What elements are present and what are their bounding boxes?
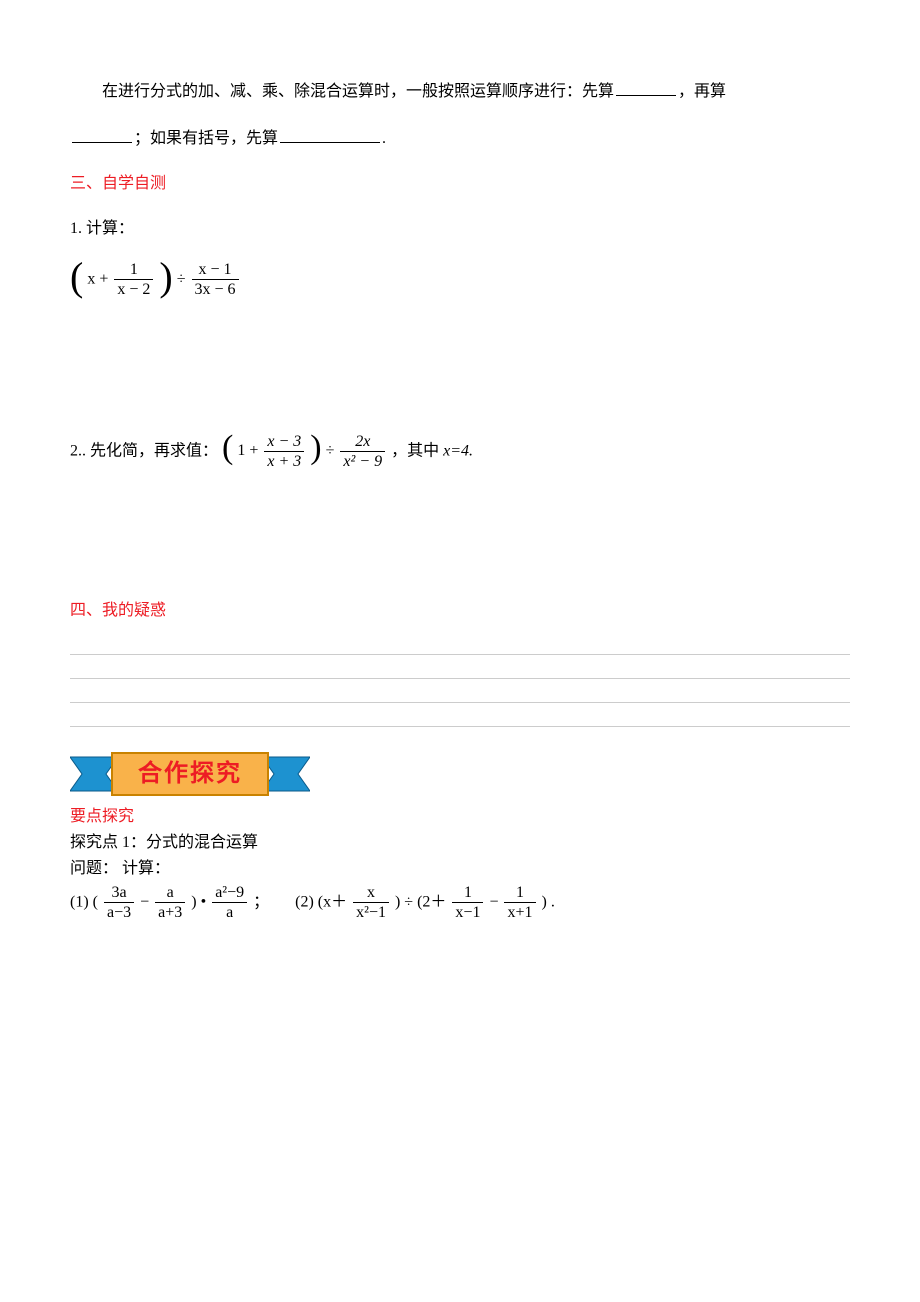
p2-mid: ) ÷ (2＋ — [395, 893, 446, 910]
q2-label-a: 2.. 先化简，再求值： — [70, 442, 218, 459]
p2-frac1-den: x²−1 — [353, 903, 389, 922]
q2-frac1-num: x − 3 — [264, 432, 304, 452]
left-paren-icon: ( — [222, 431, 233, 465]
left-paren-icon: ( — [70, 257, 83, 297]
intro-text-1: 在进行分式的加、减、乘、除混合运算时，一般按照运算顺序进行：先算 — [102, 83, 614, 100]
q2-frac2: 2x x² − 9 — [340, 432, 385, 471]
q1-expression: ( x + 1 x − 2 ) ÷ x − 1 3x − 6 — [70, 260, 850, 300]
doubt-line-3[interactable] — [70, 682, 850, 703]
p2-end: ) . — [542, 893, 555, 910]
p2-label: (2) (x＋ — [295, 893, 347, 910]
work-space-1 — [70, 316, 850, 416]
q2-frac2-num: 2x — [340, 432, 385, 452]
q2-label-b: ，其中 — [391, 442, 439, 459]
key-points-title: 要点探究 — [70, 805, 850, 829]
p1-frac2: a a+3 — [155, 883, 185, 922]
q1-frac1-den: x − 2 — [114, 280, 153, 299]
doubt-line-4[interactable] — [70, 706, 850, 727]
q2-plus: + — [249, 442, 258, 459]
cooperation-banner: 合作探究 — [70, 751, 310, 797]
problem-expressions: (1) ( 3a a−3 − a a+3 ) • a²−9 a ； (2) (x… — [70, 883, 850, 922]
topic-1-title: 探究点 1：分式的混合运算 — [70, 831, 850, 855]
q1-frac2-num: x − 1 — [192, 260, 239, 280]
q2-frac2-den: x² − 9 — [340, 452, 385, 471]
p1-frac2-num: a — [155, 883, 185, 903]
p1-frac3: a²−9 a — [212, 883, 247, 922]
p1-frac2-den: a+3 — [155, 903, 185, 922]
q1-plus: + — [99, 270, 108, 287]
q1-frac2: x − 1 3x − 6 — [192, 260, 239, 299]
intro-paragraph-line2: ；如果有括号，先算. — [70, 123, 850, 154]
q2-frac1-den: x + 3 — [264, 452, 304, 471]
p1-minus: − — [140, 893, 149, 910]
q1-x: x — [87, 270, 95, 287]
p2-frac2-den: x−1 — [452, 903, 483, 922]
q1-frac1-num: 1 — [114, 260, 153, 280]
p2-frac1: x x²−1 — [353, 883, 389, 922]
p1-semi: ； — [253, 893, 269, 910]
intro-text-3: ；如果有括号，先算 — [134, 130, 278, 147]
right-paren-icon: ) — [310, 431, 321, 465]
blank-1[interactable] — [616, 76, 676, 96]
q2-div: ÷ — [326, 442, 335, 459]
p1-frac1-den: a−3 — [104, 903, 134, 922]
p2-frac1-num: x — [353, 883, 389, 903]
doubt-line-2[interactable] — [70, 658, 850, 679]
problem-label: 问题： 计算： — [70, 857, 850, 881]
right-paren-icon: ) — [159, 257, 172, 297]
q1-frac1: 1 x − 2 — [114, 260, 153, 299]
p1-frac1-num: 3a — [104, 883, 134, 903]
p1-frac3-num: a²−9 — [212, 883, 247, 903]
p1-frac3-den: a — [212, 903, 247, 922]
section-4-title: 四、我的疑惑 — [70, 597, 850, 626]
p2-frac3-den: x+1 — [504, 903, 535, 922]
q2-line: 2.. 先化简，再求值： ( 1 + x − 3 x + 3 ) ÷ 2x x²… — [70, 432, 850, 471]
p2-frac2-num: 1 — [452, 883, 483, 903]
blank-3[interactable] — [280, 123, 380, 143]
q2-one: 1 — [237, 442, 245, 459]
p2-frac2: 1 x−1 — [452, 883, 483, 922]
banner-text: 合作探究 — [70, 751, 310, 797]
q1-label: 1. 计算： — [70, 215, 850, 244]
work-space-2 — [70, 487, 850, 587]
p1-label: (1) ( — [70, 893, 98, 910]
section-3-title: 三、自学自测 — [70, 170, 850, 199]
intro-paragraph: 在进行分式的加、减、乘、除混合运算时，一般按照运算顺序进行：先算 ，再算 — [70, 76, 850, 107]
p2-frac3-num: 1 — [504, 883, 535, 903]
doubt-line-1[interactable] — [70, 634, 850, 655]
intro-text-2: ，再算 — [678, 83, 726, 100]
intro-text-4: . — [382, 130, 386, 147]
p1-frac1: 3a a−3 — [104, 883, 134, 922]
q1-div: ÷ — [177, 270, 186, 287]
p2-minus: − — [489, 893, 498, 910]
p1-close-dot: ) • — [191, 893, 206, 910]
q2-xval: x=4. — [443, 442, 473, 459]
q1-frac2-den: 3x − 6 — [192, 280, 239, 299]
blank-2[interactable] — [72, 123, 132, 143]
p2-frac3: 1 x+1 — [504, 883, 535, 922]
q2-frac1: x − 3 x + 3 — [264, 432, 304, 471]
